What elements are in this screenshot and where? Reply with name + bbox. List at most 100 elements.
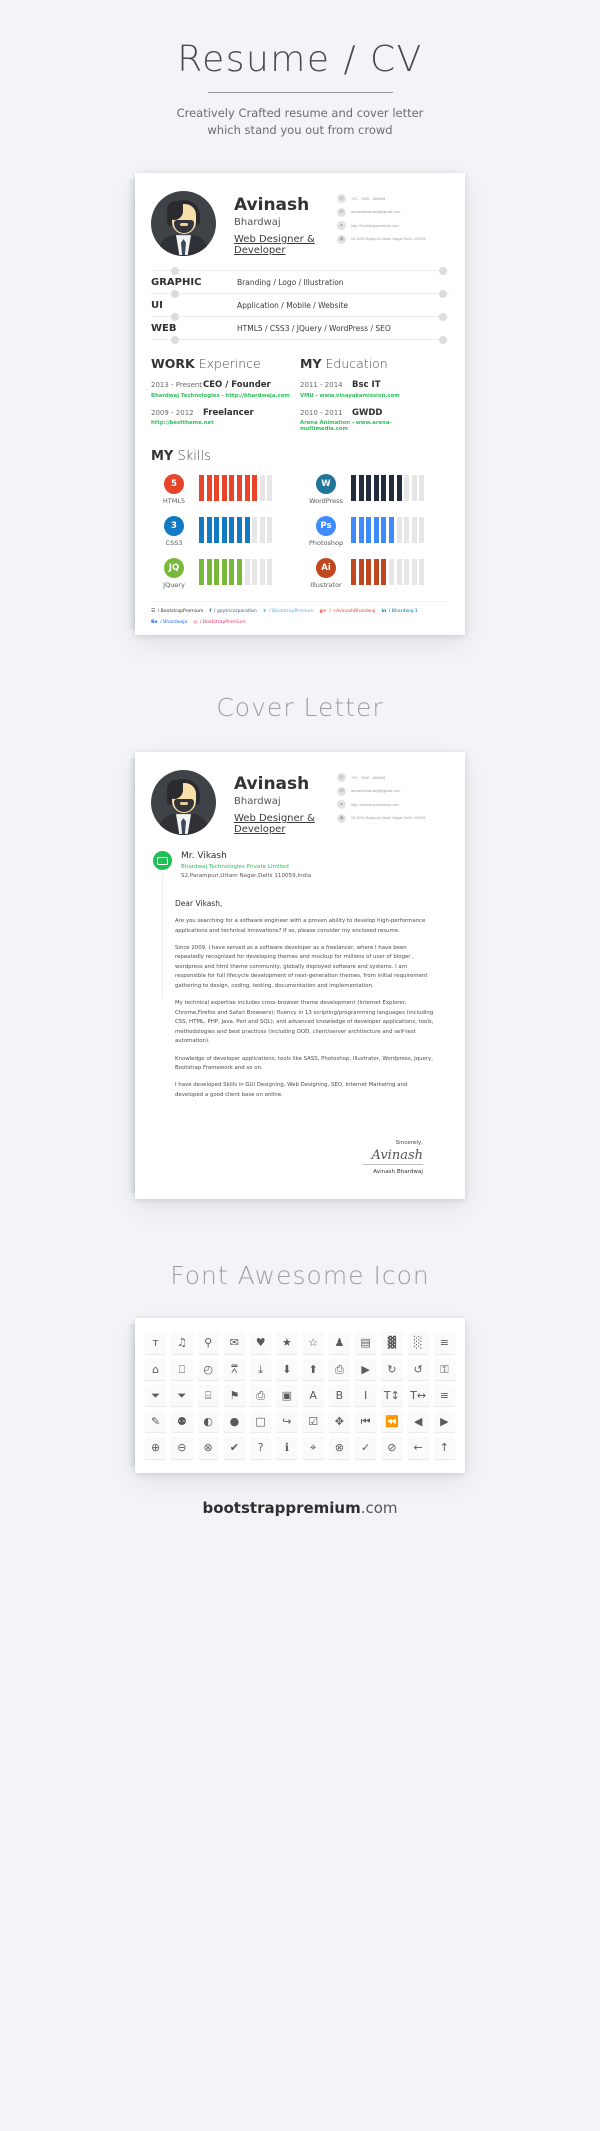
question-circle-icon[interactable]: ? [250,1437,272,1459]
social-label: / BootstrapPremum [267,609,314,615]
skill-bar [411,559,417,586]
contact-text: http://bootstrappremium.com [351,223,400,228]
tag-icon[interactable]: ⏷ [145,1384,167,1407]
location-icon: ◉ [337,234,346,244]
footer-brand[interactable]: bootstrappremium.com [0,1499,600,1517]
entry-meta[interactable]: http://besttheme.net [151,420,290,426]
edit-icon[interactable]: □ [250,1411,272,1433]
skill-badge: Ps Photoshop [303,516,349,547]
plus-circle-icon[interactable]: ⊕ [145,1437,167,1459]
tint-icon[interactable]: ● [223,1411,245,1433]
refresh-icon[interactable]: ↺ [407,1358,429,1380]
music-icon[interactable]: ♫ [171,1332,193,1354]
star-icon[interactable]: ★ [276,1332,298,1354]
info-circle-icon[interactable]: ℹ [276,1437,298,1459]
film-icon[interactable]: ▤ [355,1332,377,1354]
th-large-icon[interactable]: ▓ [381,1332,403,1354]
bold-icon[interactable]: B [328,1384,350,1407]
arrow-left-icon[interactable]: ← [407,1437,429,1459]
ok-sign-icon[interactable]: ✓ [355,1437,377,1459]
search-icon[interactable]: ⚲ [197,1332,219,1354]
facebook-link[interactable]: f / gaytricorporation [209,609,256,614]
letter-paragraph: Are you searching for a software enginee… [175,918,426,934]
instagram-icon: ◎ [193,620,198,626]
twitter-link[interactable]: ❦ / BootstrapPremum [263,609,314,614]
step-backward-icon[interactable]: ⏮ [355,1411,377,1433]
camera-icon[interactable]: ▣ [276,1384,298,1407]
timeline-entry: 2010 - 2011 GWDD Arena Animation - www.are… [300,408,439,433]
text-width-icon[interactable]: T↔ [407,1384,429,1407]
file-icon[interactable]: ⎕ [171,1358,193,1380]
user-icon[interactable]: ♟ [328,1332,350,1354]
share-icon[interactable]: ↪ [276,1411,298,1433]
download-alt-icon[interactable]: ⤓ [250,1358,272,1380]
entry-meta[interactable]: VMU - www.vinayakamission.com [300,393,439,399]
martini-icon[interactable]: ᴛ [145,1332,167,1354]
download-icon[interactable]: ⬇ [276,1358,298,1380]
th-icon[interactable]: ░ [407,1332,429,1354]
envelope-icon[interactable]: ✉ [223,1332,245,1354]
adjust-icon[interactable]: ◐ [197,1411,219,1433]
upload-icon[interactable]: ⬆ [302,1358,324,1380]
ban-circle-icon[interactable]: ⊘ [381,1437,403,1459]
move-icon[interactable]: ✥ [328,1411,350,1433]
entry-meta[interactable]: Bhardwaj Technologies - http://bhardwaja… [151,393,290,399]
work-column: WORK Experince 2013 - Present CEO / Found… [151,356,300,441]
skill-bar [236,475,242,502]
align-left-icon[interactable]: ≡ [433,1384,455,1407]
arrow-up-icon[interactable]: ↑ [433,1437,455,1459]
linkedin-link[interactable]: in / Bhardwaj-1 [381,609,417,614]
print-icon[interactable]: ⎙ [250,1384,272,1407]
entry-meta[interactable]: Arena Animation - www.arena-multimedia.c… [300,420,439,432]
skill-bar [366,517,372,544]
skill-bar [388,475,394,502]
check-icon[interactable]: ☑ [302,1411,324,1433]
expertise-label: GRAPHIC [151,276,202,288]
remove-circle-icon[interactable]: ⊗ [197,1437,219,1459]
font-icon[interactable]: A [302,1384,324,1407]
star-outline-icon[interactable]: ☆ [302,1332,324,1354]
pencil-icon[interactable]: ✎ [145,1411,167,1433]
home-icon[interactable]: ⌂ [145,1358,167,1380]
repeat-icon[interactable]: ↻ [381,1358,403,1380]
backward-icon[interactable]: ◀ [407,1411,429,1433]
minus-circle-icon[interactable]: ⊖ [171,1437,193,1459]
googleplus-link[interactable]: g+ / +AvinashBhardwaj [320,609,376,614]
skill-bar [236,517,242,544]
contact-row: ⚭ http://bootstrappremium.com [337,800,449,810]
play-circle-icon[interactable]: ▶ [355,1358,377,1380]
map-marker-icon[interactable]: ⚉ [171,1411,193,1433]
behance-alt-link[interactable]: Be / Bhardwaja [151,620,187,625]
behance-link[interactable]: ☲ / BootstrapPremium [151,609,203,614]
recipient-name: Mr. Vikash [181,851,227,862]
instagram-link[interactable]: ◎ / BootstrapPremium [193,620,245,625]
profile-first-name: Avinash [234,195,310,216]
work-title-bold: WORK [151,356,195,372]
lock-icon[interactable]: ⚿ [433,1358,455,1380]
book-icon[interactable]: ⌸ [197,1384,219,1407]
remove-sign-icon[interactable]: ⊗ [328,1437,350,1459]
bookmark-icon[interactable]: ⚑ [223,1384,245,1407]
skill-bar [404,517,410,544]
page-root: Resume / CV Creatively Crafted resume an… [0,0,600,1549]
clock-icon[interactable]: ◴ [197,1358,219,1380]
play-icon[interactable]: ▶ [433,1411,455,1433]
inbox-icon[interactable]: ⎙ [328,1358,350,1380]
skill-bar [351,475,356,502]
text-height-icon[interactable]: T↕ [381,1384,403,1407]
hero-section: Resume / CV Creatively Crafted resume an… [0,0,600,139]
icon-set-card: ᴛ ♫ ⚲ ✉ ♥ ★ ☆ ♟ ▤ ▓ ░ ≡ ⌂ ⎕ ◴ ⩞ ⤓ ⬇ ⬆ ⎙ ▶ ↻ ↺ ⚿ ⏷ ⏷ ⌸ ⚑ ⎙ ▣ A B I T↕ T↔ ≡ ✎ ⚉… [127,1318,465,1473]
skill-bar [221,559,227,586]
fast-backward-icon[interactable]: ⏪ [381,1411,403,1433]
italic-icon[interactable]: I [355,1384,377,1407]
tags-icon[interactable]: ⏷ [171,1384,193,1407]
screenshot-icon[interactable]: ⌖ [302,1437,324,1459]
entry-role: Bsc IT [352,380,381,391]
expertise-row: UI Application / Mobile / Website [151,294,449,316]
contact-text: S2-S/26 Rajapuri,Uttam Nagar,Delhi 11005… [351,237,426,242]
road-icon[interactable]: ⩞ [223,1358,245,1380]
skill-logo-icon: Ai [316,558,336,579]
heart-icon[interactable]: ♥ [250,1332,272,1354]
ok-circle-icon[interactable]: ✔ [223,1437,245,1459]
th-list-icon[interactable]: ≡ [433,1332,455,1354]
